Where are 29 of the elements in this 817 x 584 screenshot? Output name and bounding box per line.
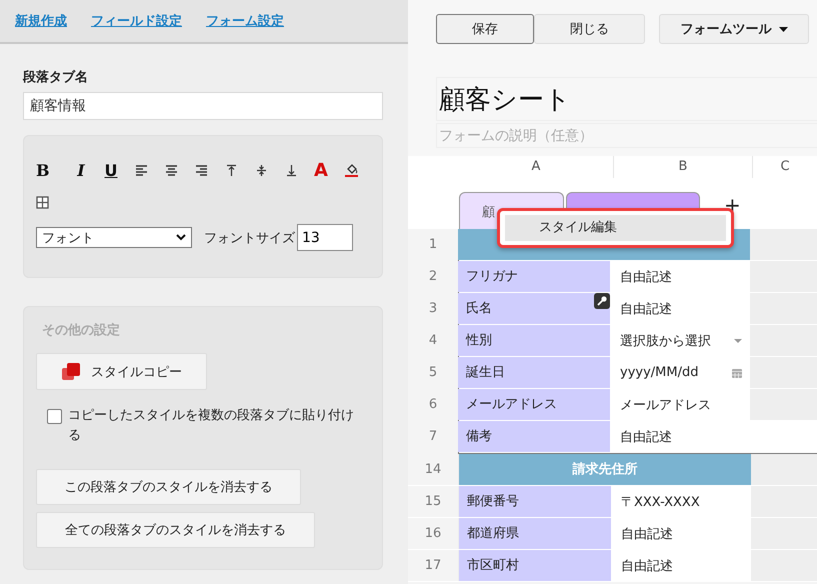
- checkbox-label: コピーしたスタイルを複数の段落タブに貼り付ける: [68, 407, 355, 445]
- field-label: フォントサイズ: [204, 230, 295, 246]
- cell-text: 自由記述: [620, 300, 672, 318]
- column-header: C: [779, 158, 791, 176]
- section-header: 請求先住所: [459, 454, 751, 485]
- field-label-cell: 氏名: [458, 293, 612, 324]
- field-label-cell: メールアドレス: [458, 389, 612, 420]
- field-label-cell: 市区町村: [459, 550, 613, 581]
- cell-text: 自由記述: [620, 268, 672, 286]
- field-label-cell: フリガナ: [458, 261, 612, 292]
- cell-text: yyyy/MM/dd: [620, 365, 698, 380]
- field-label-cell: 都道府県: [459, 518, 613, 549]
- cell-text: 自由記述: [621, 526, 673, 542]
- section-title: その他の設定: [42, 322, 121, 339]
- cell-text: 選択肢から選択: [620, 332, 711, 350]
- field-label-cell: 備考: [458, 421, 612, 452]
- field-label-cell: 誕生日: [458, 357, 612, 388]
- cell-text: メールアドレス: [620, 396, 711, 414]
- row-number: 16: [408, 518, 458, 549]
- cell-text: 自由記述: [621, 558, 673, 574]
- cell-text: 〒XXX-XXXX: [621, 494, 700, 510]
- select-value: フォント: [42, 230, 94, 246]
- row-number: 14: [408, 454, 458, 485]
- field-label-cell: 郵便番号: [459, 486, 613, 517]
- field-label-cell: 性別: [458, 325, 612, 356]
- row-number: 15: [408, 486, 458, 517]
- cell-text: 自由記述: [620, 428, 672, 446]
- field-label: 段落タブ名: [23, 68, 89, 86]
- row-number: 17: [408, 550, 458, 581]
